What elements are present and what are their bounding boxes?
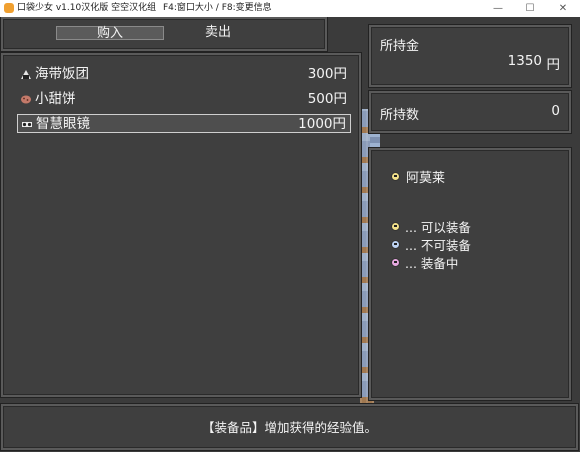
window-title: 口袋少女 v1.10汉化版 空空汉化组 bbox=[17, 3, 157, 13]
item-price: 300円 bbox=[307, 66, 347, 82]
party-window: 阿莫莱 ... 可以装备 ... 不可装备 ... 装备中 bbox=[369, 148, 571, 400]
legend-equipped: ... 装备中 bbox=[405, 256, 459, 271]
help-window: 【装备品】增加获得的经验值。 bbox=[1, 404, 578, 450]
legend-can-equip: ... 可以装备 bbox=[405, 220, 471, 235]
cookie-icon bbox=[21, 95, 31, 104]
command-window: 购入 卖出 bbox=[1, 17, 327, 51]
owned-label: 所持数 bbox=[380, 108, 420, 123]
owned-value: 0 bbox=[551, 103, 560, 119]
glasses-icon bbox=[22, 122, 32, 127]
happy-face-icon bbox=[391, 172, 400, 181]
item-name: 海带饭团 bbox=[35, 66, 89, 82]
gold-label: 所持金 bbox=[380, 39, 420, 54]
party-member-name: 阿莫莱 bbox=[406, 171, 446, 186]
window-hint: F4:窗口大小 / F8:变更信息 bbox=[163, 3, 272, 13]
app-icon bbox=[4, 3, 14, 13]
happy-face-icon bbox=[391, 222, 400, 231]
gold-unit: 円 bbox=[546, 57, 561, 73]
close-button[interactable]: ✕ bbox=[548, 0, 578, 17]
item-list-window: 海带饭团 300円 小甜饼 500円 智慧眼镜 1000円 bbox=[1, 53, 361, 397]
rice-ball-icon bbox=[21, 70, 31, 79]
owned-window: 所持数 0 bbox=[369, 91, 571, 133]
legend-cannot-equip: ... 不可装备 bbox=[405, 238, 471, 253]
gold-window: 所持金 1350 円 bbox=[369, 25, 571, 87]
shop-item-row-selected[interactable]: 智慧眼镜 1000円 bbox=[17, 114, 351, 133]
item-price: 1000円 bbox=[298, 116, 346, 132]
shop-item-row[interactable]: 小甜饼 500円 bbox=[17, 90, 351, 109]
game-screen: 购入 卖出 海带饭团 300円 小甜饼 500円 智慧眼镜 1000円 所持金 … bbox=[0, 17, 580, 452]
item-name: 智慧眼镜 bbox=[36, 116, 90, 132]
maximize-button[interactable]: ☐ bbox=[515, 0, 545, 17]
equipped-face-icon bbox=[391, 258, 400, 267]
sad-face-icon bbox=[391, 240, 400, 249]
item-price: 500円 bbox=[307, 91, 347, 107]
buy-command[interactable]: 购入 bbox=[56, 26, 164, 41]
item-name: 小甜饼 bbox=[35, 91, 76, 107]
help-text: 【装备品】增加获得的经验值。 bbox=[201, 420, 377, 435]
window-titlebar: 口袋少女 v1.10汉化版 空空汉化组 F4:窗口大小 / F8:变更信息 — … bbox=[0, 0, 580, 17]
shop-item-row[interactable]: 海带饭团 300円 bbox=[17, 65, 351, 84]
minimize-button[interactable]: — bbox=[483, 0, 513, 17]
gold-value: 1350 bbox=[507, 53, 542, 69]
sell-command[interactable]: 卖出 bbox=[183, 26, 253, 40]
